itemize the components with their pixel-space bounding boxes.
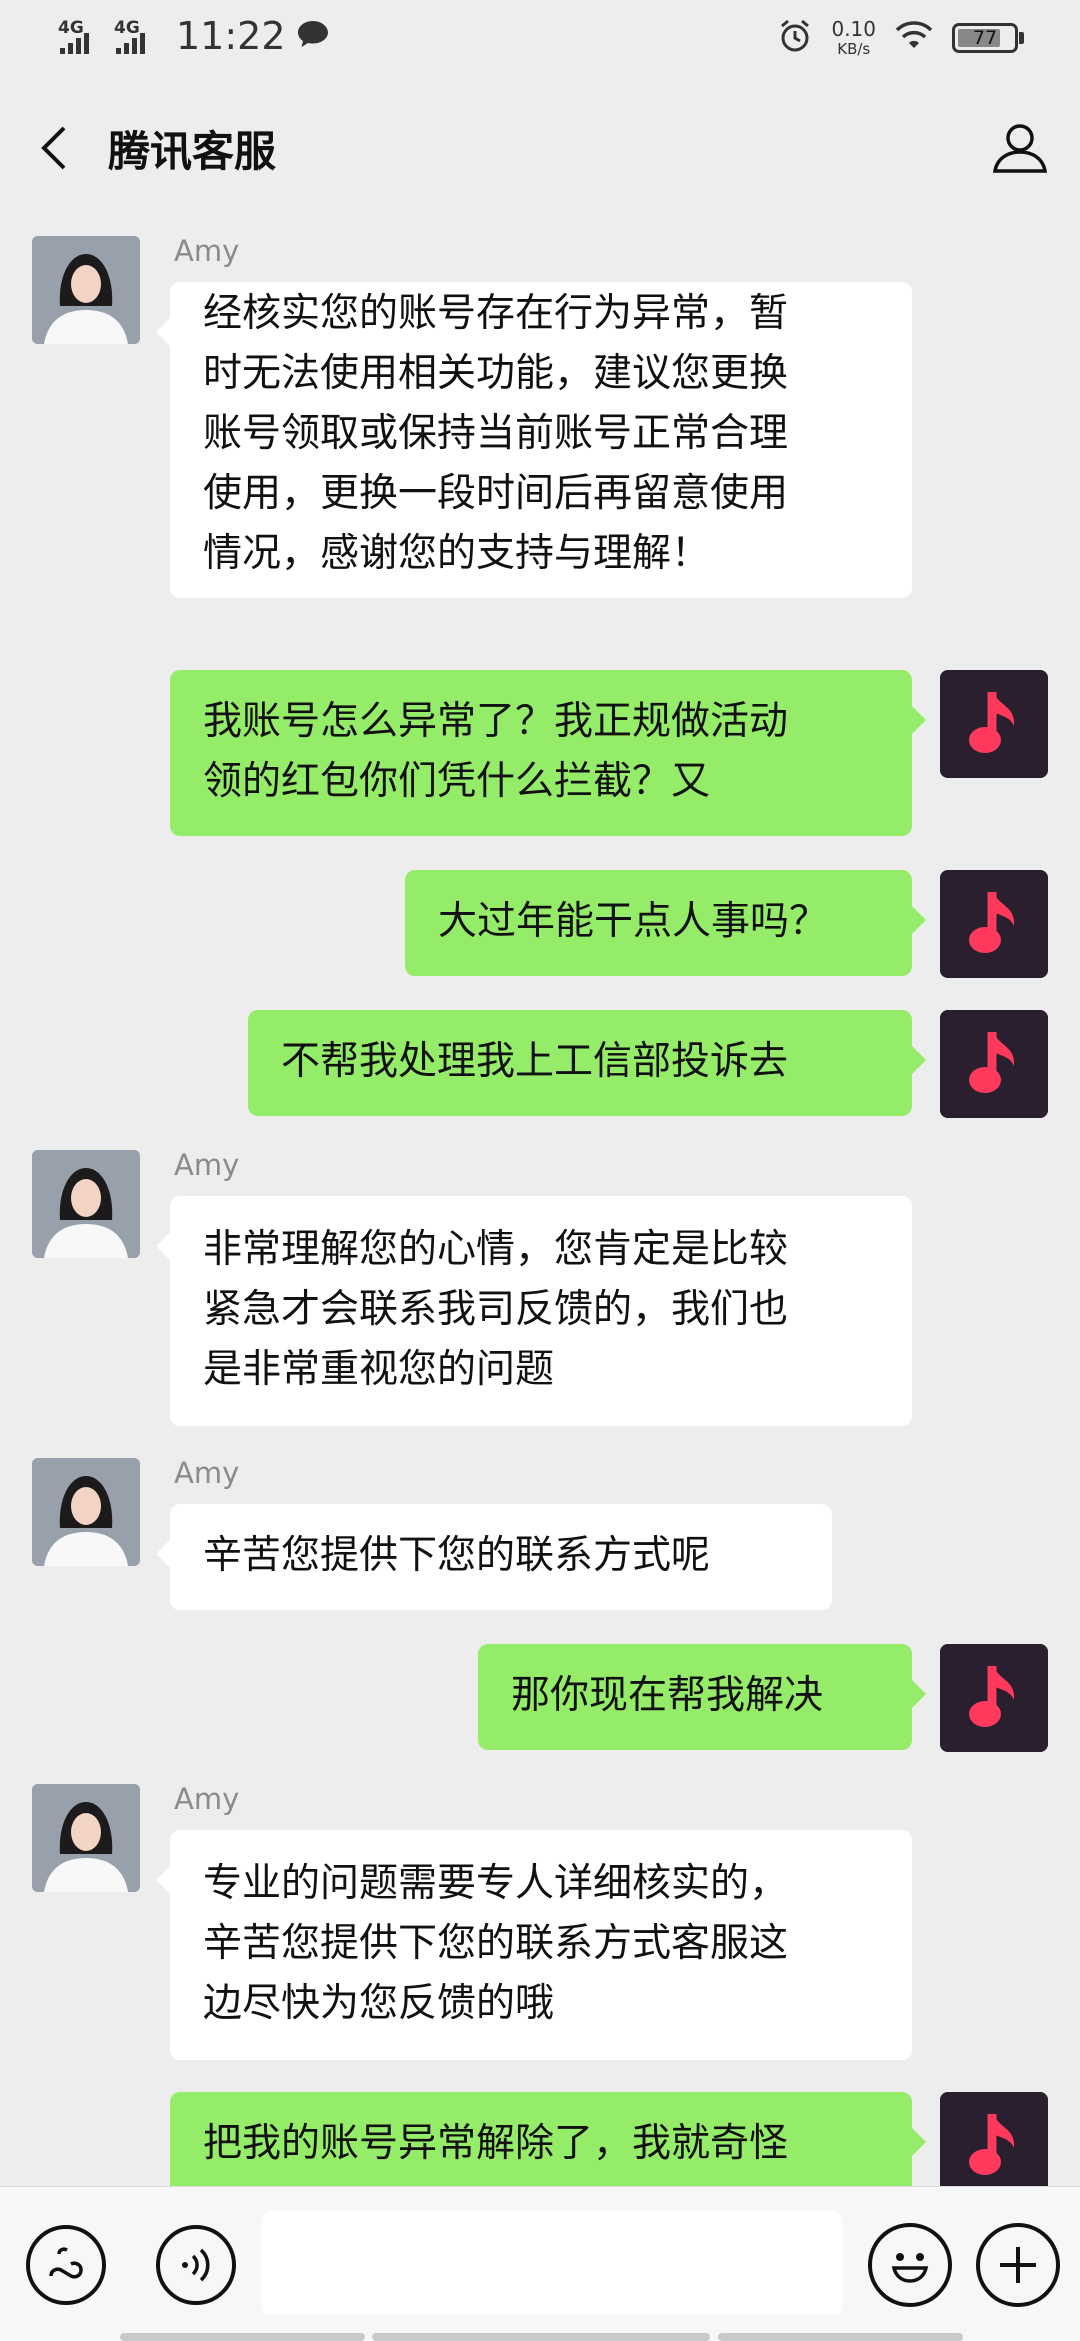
chevron-left-icon <box>41 126 66 170</box>
back-button[interactable] <box>30 120 86 176</box>
sender-name: Amy <box>174 1782 240 1816</box>
agent-avatar[interactable] <box>32 1458 140 1566</box>
speed-unit: KB/s <box>837 40 871 58</box>
speed-value: 0.10 <box>831 17 876 41</box>
message-bubble[interactable]: 非常理解您的心情，您肯定是比较 紧急才会联系我司反馈的，我们也 是非常重视您的问… <box>156 1196 912 1426</box>
message-bubble[interactable]: 我账号怎么异常了？我正规做活动 领的红包你们凭什么拦截？又 <box>170 670 926 836</box>
music-note-icon <box>940 870 1048 978</box>
music-note-icon <box>940 670 1048 778</box>
message-input[interactable] <box>262 2211 842 2315</box>
message-bubble[interactable]: 专业的问题需要专人详细核实的， 辛苦您提供下您的联系方式客服这 边尽快为您反馈的… <box>156 1830 912 2060</box>
music-note-icon <box>940 1644 1048 1752</box>
voice-icon <box>182 2248 210 2282</box>
sender-name: Amy <box>174 1148 240 1182</box>
input-toolbar <box>0 2186 1080 2341</box>
message-list[interactable]: Amy 经核实您的账号存在行为异常，暂 时无法使用相关功能，建议您更换 账号领取… <box>0 212 1080 2186</box>
alarm-icon <box>777 18 813 58</box>
link-icon <box>49 2247 83 2279</box>
voice-button[interactable] <box>156 2225 236 2305</box>
message-bubble[interactable]: 那你现在帮我解决 <box>478 1644 926 1750</box>
agent-avatar[interactable] <box>32 1150 140 1258</box>
chat-title: 腾讯客服 <box>108 127 277 176</box>
my-avatar[interactable] <box>940 1010 1048 1118</box>
more-button[interactable] <box>976 2223 1060 2307</box>
message-bubble[interactable]: 大过年能干点人事吗？ <box>405 870 926 976</box>
my-avatar[interactable] <box>940 670 1048 778</box>
message-bubble[interactable]: 不帮我处理我上工信部投诉去 <box>248 1010 926 1116</box>
my-avatar[interactable] <box>940 2092 1048 2186</box>
plus-icon <box>1000 2247 1036 2283</box>
sender-name: Amy <box>174 1456 240 1490</box>
chat-header: 腾讯客服 <box>0 84 1080 212</box>
message-notification-icon <box>296 19 330 53</box>
network-speed: 0.10 KB/s <box>831 19 876 57</box>
message-bubble[interactable]: 经核实您的账号存在行为异常，暂 时无法使用相关功能，建议您更换 账号领取或保持当… <box>156 282 912 598</box>
signal-icon-2: 4G <box>114 14 164 58</box>
emoji-button[interactable] <box>868 2223 952 2307</box>
music-note-icon <box>940 1010 1048 1118</box>
message-bubble[interactable]: 把我的账号异常解除了，我就奇怪 <box>170 2092 926 2186</box>
battery-level: 77 <box>972 27 998 49</box>
emoji-icon <box>891 2253 929 2283</box>
person-icon <box>992 124 1048 173</box>
status-bar: 4G 4G 11:22 0.10 KB/s 77 <box>0 0 1080 84</box>
message-bubble[interactable]: 辛苦您提供下您的联系方式呢 <box>156 1504 832 1610</box>
status-time: 11:22 <box>176 14 286 58</box>
agent-avatar[interactable] <box>32 236 140 344</box>
signal-icon: 4G <box>58 14 108 58</box>
my-avatar[interactable] <box>940 1644 1048 1752</box>
mini-program-button[interactable] <box>26 2225 106 2305</box>
profile-button[interactable] <box>990 118 1050 178</box>
music-note-icon <box>940 2092 1048 2186</box>
sender-name: Amy <box>174 234 240 268</box>
wifi-icon <box>894 20 934 56</box>
agent-avatar[interactable] <box>32 1784 140 1892</box>
my-avatar[interactable] <box>940 870 1048 978</box>
battery-icon: 77 <box>952 23 1018 53</box>
